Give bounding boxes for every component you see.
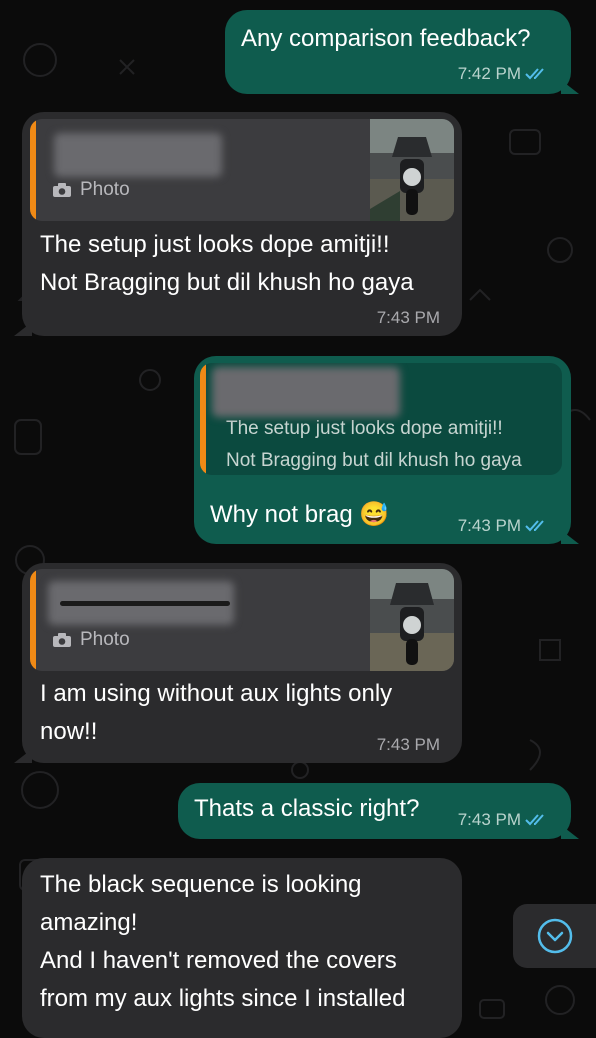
bubble-tail (561, 825, 579, 839)
message-meta: 7:43 PM (458, 810, 549, 830)
quote-thumbnail (370, 569, 454, 671)
bubble-tail (561, 80, 579, 94)
quote-photo-label: Photo (52, 179, 130, 201)
photo-label: Photo (80, 179, 130, 200)
message-text: Thats a classic right? (194, 795, 420, 822)
redacted-name (54, 133, 222, 177)
camera-icon (53, 182, 71, 197)
bubble-tail (14, 749, 32, 763)
message-meta: 7:43 PM (458, 516, 549, 536)
message-time: 7:43 PM (457, 516, 521, 535)
photo-label: Photo (80, 629, 130, 650)
message-bubble-incoming[interactable]: Photo I am using without aux lights only… (14, 563, 462, 763)
message-meta: 7:43 PM (377, 735, 440, 755)
message-meta: 7:43 PM (377, 308, 440, 328)
quoted-text: The setup just looks dope amitji!! Not B… (226, 418, 522, 471)
message-bubble-outgoing[interactable]: Any comparison feedback? 7:42 PM (225, 10, 579, 94)
chevron-down-circle-icon (537, 918, 572, 954)
quote-accent-bar (30, 569, 36, 671)
message-text: The black sequence is looking amazing! A… (40, 871, 406, 1012)
redacted-name (212, 367, 400, 417)
bubble-tail (14, 322, 32, 336)
double-check-icon (525, 68, 544, 80)
quote-thumbnail (370, 119, 454, 221)
quote-accent-bar (30, 119, 36, 221)
message-time: 7:43 PM (376, 308, 440, 327)
redaction-line (60, 601, 230, 606)
double-check-icon (525, 520, 544, 532)
message-time: 7:42 PM (457, 64, 521, 83)
message-time: 7:43 PM (457, 810, 521, 829)
message-text: Any comparison feedback? (241, 25, 531, 52)
camera-icon (53, 632, 71, 647)
quote-accent-bar (200, 363, 206, 475)
bubble-tail (561, 530, 579, 544)
message-bubble-outgoing[interactable]: The setup just looks dope amitji!! Not B… (194, 356, 579, 544)
message-bubble-incoming[interactable]: Photo The setup just looks dope amitji!!… (14, 112, 462, 336)
quoted-reply[interactable]: Photo (30, 119, 454, 221)
double-check-icon (525, 814, 544, 826)
message-bubble-incoming[interactable]: The black sequence is looking amazing! A… (22, 858, 462, 1038)
message-text: Why not brag 😅 (210, 501, 390, 528)
message-time: 7:43 PM (376, 735, 440, 754)
scroll-to-bottom-button[interactable] (513, 904, 596, 968)
message-bubble-outgoing[interactable]: Thats a classic right? 7:43 PM (178, 783, 579, 839)
message-meta: 7:42 PM (458, 64, 549, 84)
message-text: I am using without aux lights only now!! (40, 680, 393, 745)
message-text: The setup just looks dope amitji!! Not B… (40, 231, 414, 296)
quote-photo-label: Photo (52, 629, 130, 651)
quoted-reply[interactable]: Photo (30, 569, 454, 671)
quoted-reply[interactable]: The setup just looks dope amitji!! Not B… (200, 363, 562, 475)
